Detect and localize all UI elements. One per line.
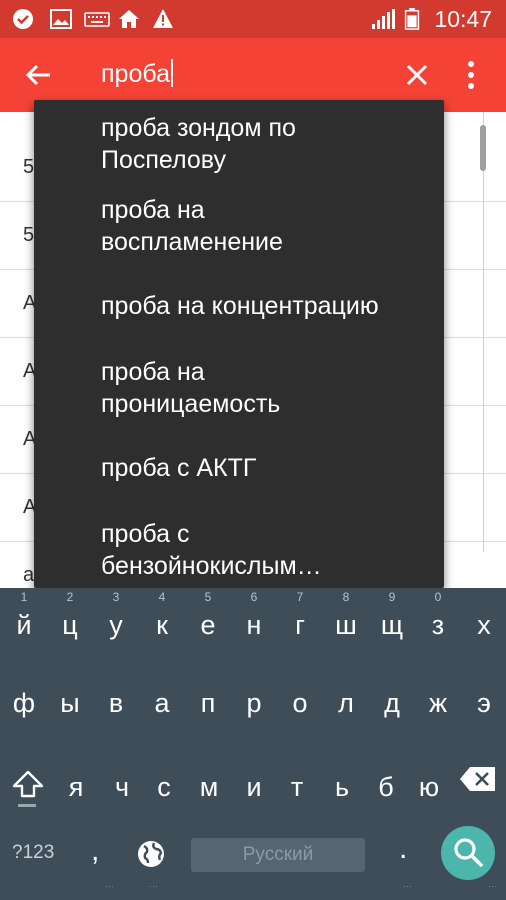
key[interactable]: ы bbox=[47, 666, 93, 726]
scrollbar-track bbox=[483, 112, 484, 552]
key[interactable]: т bbox=[274, 750, 320, 810]
key[interactable]: п bbox=[185, 666, 231, 726]
search-icon bbox=[454, 838, 483, 867]
key[interactable]: с bbox=[141, 750, 187, 810]
scrollbar-thumb[interactable] bbox=[480, 125, 486, 171]
key[interactable]: 2ц bbox=[47, 588, 93, 648]
key-hint-dots: … bbox=[403, 879, 413, 889]
shift-icon[interactable] bbox=[8, 760, 48, 810]
battery-icon bbox=[404, 8, 420, 30]
key[interactable]: д bbox=[369, 666, 415, 726]
suggestion-item[interactable]: проба на воспламенение bbox=[101, 194, 437, 258]
space-bar[interactable]: Русский bbox=[191, 838, 365, 872]
key[interactable]: 6н bbox=[231, 588, 277, 648]
close-icon[interactable] bbox=[400, 58, 434, 92]
key[interactable]: 5е bbox=[185, 588, 231, 648]
globe-icon[interactable] bbox=[136, 839, 166, 869]
key[interactable]: 0з bbox=[415, 588, 461, 648]
key[interactable]: ь bbox=[319, 750, 365, 810]
image-icon bbox=[50, 9, 72, 29]
home-icon bbox=[119, 10, 139, 28]
back-arrow-icon[interactable] bbox=[22, 58, 56, 92]
key[interactable]: 9щ bbox=[369, 588, 415, 648]
suggestions-dropdown: проба зондом по Поспелову проба на воспл… bbox=[34, 100, 444, 588]
key[interactable]: э bbox=[461, 666, 506, 726]
key[interactable]: 7г bbox=[277, 588, 323, 648]
key[interactable]: о bbox=[277, 666, 323, 726]
period-key[interactable]: . bbox=[399, 832, 407, 866]
key-hint-dots: … bbox=[105, 879, 115, 889]
suggestion-item[interactable]: проба с бензойнокислым… bbox=[101, 518, 437, 582]
suggestion-item[interactable]: проба на концентрацию bbox=[101, 290, 437, 322]
key[interactable]: 1й bbox=[1, 588, 47, 648]
key[interactable]: х bbox=[461, 588, 506, 648]
key[interactable]: ч bbox=[99, 750, 145, 810]
key[interactable]: я bbox=[53, 750, 99, 810]
suggestion-item[interactable]: проба зондом по Поспелову bbox=[101, 112, 437, 176]
status-bar: 10:47 bbox=[0, 0, 506, 38]
backspace-icon[interactable] bbox=[458, 764, 498, 794]
key[interactable]: в bbox=[93, 666, 139, 726]
key[interactable]: б bbox=[363, 750, 409, 810]
key-hint-dots: … bbox=[149, 879, 159, 889]
warning-icon bbox=[153, 9, 173, 28]
search-input[interactable]: проба bbox=[101, 59, 173, 89]
key-hint-dots: … bbox=[488, 879, 498, 889]
clock: 10:47 bbox=[434, 6, 492, 32]
key[interactable]: р bbox=[231, 666, 277, 726]
key[interactable]: м bbox=[186, 750, 232, 810]
suggestion-item[interactable]: проба на проницаемость bbox=[101, 356, 437, 420]
key[interactable]: 8ш bbox=[323, 588, 369, 648]
key[interactable]: л bbox=[323, 666, 369, 726]
suggestion-item[interactable]: проба с АКТГ bbox=[101, 452, 437, 484]
comma-key[interactable]: , bbox=[91, 834, 99, 868]
shift-indicator bbox=[18, 804, 36, 807]
check-icon bbox=[13, 9, 33, 29]
key[interactable]: 4к bbox=[139, 588, 185, 648]
key[interactable]: ж bbox=[415, 666, 461, 726]
soft-keyboard: 1й 2ц 3у 4к 5е 6н 7г 8ш 9щ 0з х ф ы в а … bbox=[0, 588, 506, 900]
key[interactable]: ю bbox=[406, 750, 452, 810]
search-key[interactable] bbox=[441, 826, 495, 880]
signal-icon bbox=[372, 9, 395, 29]
key[interactable]: и bbox=[231, 750, 277, 810]
key[interactable]: ф bbox=[1, 666, 47, 726]
key[interactable]: 3у bbox=[93, 588, 139, 648]
key[interactable]: а bbox=[139, 666, 185, 726]
text-cursor bbox=[171, 59, 173, 87]
more-vert-icon[interactable] bbox=[460, 60, 482, 90]
keyboard-icon bbox=[84, 12, 110, 27]
symbols-key[interactable]: ?123 bbox=[12, 842, 54, 864]
search-query: проба bbox=[101, 60, 170, 88]
